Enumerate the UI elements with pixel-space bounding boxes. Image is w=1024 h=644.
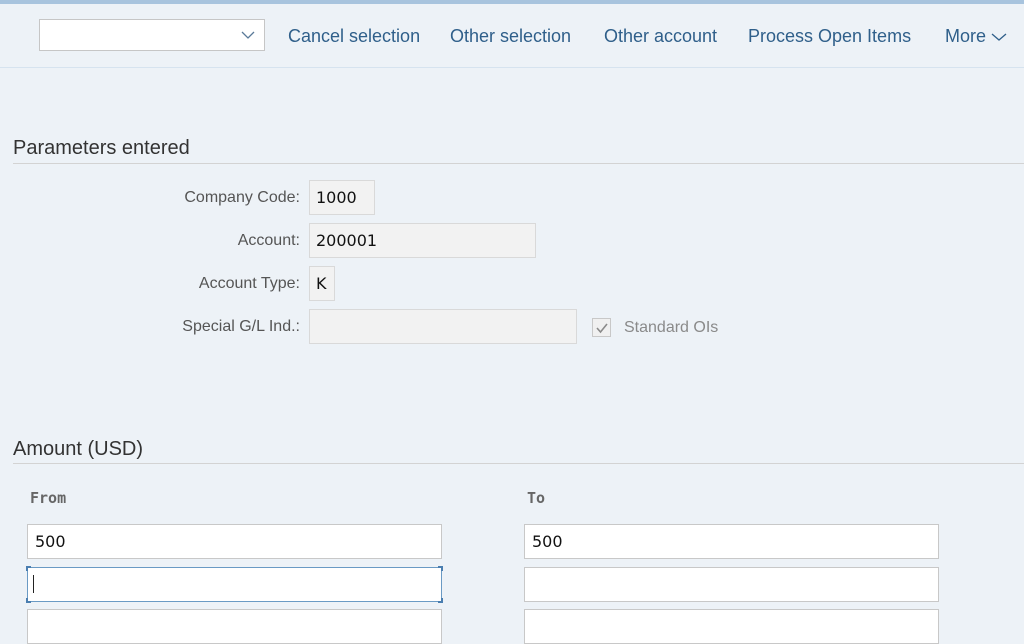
standard-ois-checkbox[interactable] <box>592 318 611 337</box>
amount-to-input[interactable] <box>524 609 939 644</box>
cancel-selection-button[interactable]: Cancel selection <box>288 26 420 47</box>
variant-dropdown[interactable] <box>39 19 265 51</box>
section-divider <box>13 463 1024 464</box>
amount-from-input[interactable] <box>27 567 442 602</box>
account-field[interactable]: 200001 <box>309 223 536 258</box>
amount-to-input[interactable] <box>524 567 939 602</box>
process-open-items-button[interactable]: Process Open Items <box>748 26 911 47</box>
parameters-section-title: Parameters entered <box>13 137 190 159</box>
focus-corner <box>26 566 31 571</box>
other-account-button[interactable]: Other account <box>604 26 717 47</box>
from-column-header: From <box>30 489 67 507</box>
checkmark-icon <box>596 323 608 334</box>
amount-to-input[interactable] <box>524 524 939 559</box>
standard-ois-label: Standard OIs <box>624 318 719 336</box>
company-code-label: Company Code: <box>184 189 300 206</box>
special-gl-ind-field[interactable] <box>309 309 577 344</box>
amount-from-input[interactable] <box>27 609 442 644</box>
account-type-label: Account Type: <box>198 275 300 292</box>
chevron-down-icon <box>991 33 1007 42</box>
more-menu-button[interactable]: More <box>945 26 1008 47</box>
focus-corner <box>438 566 443 571</box>
text-cursor <box>33 575 34 593</box>
account-label: Account: <box>237 232 300 249</box>
more-label: More <box>945 26 987 46</box>
chevron-down-icon <box>241 31 255 39</box>
account-type-field[interactable]: K <box>309 266 335 301</box>
section-divider <box>13 163 1024 164</box>
focus-corner <box>438 598 443 603</box>
focus-corner <box>26 598 31 603</box>
to-column-header: To <box>527 489 546 507</box>
special-gl-ind-label: Special G/L Ind.: <box>182 318 300 335</box>
amount-from-input[interactable] <box>27 524 442 559</box>
other-selection-button[interactable]: Other selection <box>450 26 571 47</box>
toolbar: Cancel selection Other selection Other a… <box>0 4 1024 68</box>
standard-ois-option[interactable]: Standard OIs <box>592 318 718 337</box>
amount-section-title: Amount (USD) <box>13 438 144 460</box>
company-code-field[interactable]: 1000 <box>309 180 375 215</box>
